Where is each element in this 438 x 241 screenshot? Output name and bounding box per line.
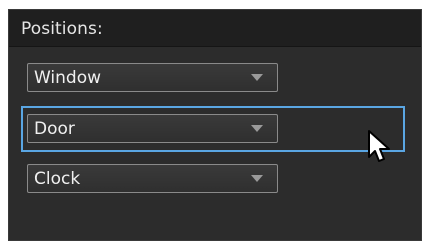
- dropdown-value: Door: [34, 119, 75, 139]
- clock-dropdown[interactable]: Clock: [27, 164, 278, 193]
- position-row-door: Door: [27, 114, 278, 143]
- mouse-cursor-icon: [368, 130, 390, 162]
- door-dropdown[interactable]: Door: [27, 114, 278, 143]
- dropdown-value: Clock: [34, 169, 81, 189]
- dropdown-value: Window: [34, 68, 102, 88]
- chevron-down-icon: [251, 175, 263, 182]
- window-dropdown[interactable]: Window: [27, 63, 278, 92]
- positions-panel: Positions: Window Door Clock: [8, 9, 422, 241]
- chevron-down-icon: [251, 74, 263, 81]
- panel-header: Positions:: [9, 10, 421, 47]
- position-row-clock: Clock: [27, 164, 278, 193]
- position-row-window: Window: [27, 63, 278, 92]
- chevron-down-icon: [251, 125, 263, 132]
- panel-title: Positions:: [21, 19, 103, 39]
